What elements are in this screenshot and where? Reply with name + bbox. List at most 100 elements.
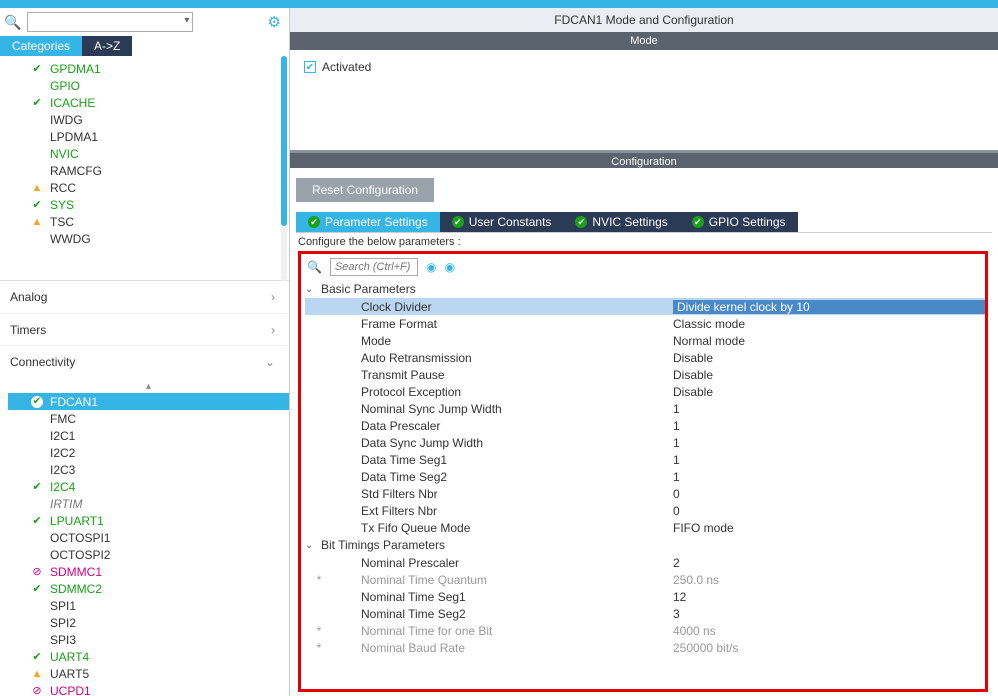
connectivity-item-fmc[interactable]: FMC bbox=[8, 410, 289, 427]
system-item-ramcfg[interactable]: RAMCFG bbox=[8, 162, 289, 179]
category-label: Connectivity bbox=[10, 355, 75, 369]
param-row-data-time-seg1[interactable]: Data Time Seg11 bbox=[305, 451, 985, 468]
system-item-sys[interactable]: ✔SYS bbox=[8, 196, 289, 213]
next-match-icon[interactable]: ◉ bbox=[444, 260, 454, 274]
param-row-ext-filters-nbr[interactable]: Ext Filters Nbr0 bbox=[305, 502, 985, 519]
connectivity-item-octospi2[interactable]: OCTOSPI2 bbox=[8, 546, 289, 563]
param-row-mode[interactable]: ModeNormal mode bbox=[305, 332, 985, 349]
param-row-clock-divider[interactable]: Clock DividerDivide kernel clock by 10 bbox=[305, 298, 985, 315]
param-value[interactable]: Disable bbox=[673, 368, 985, 382]
param-value[interactable]: 3 bbox=[673, 607, 985, 621]
connectivity-item-spi1[interactable]: SPI1 bbox=[8, 597, 289, 614]
system-item-icache[interactable]: ✔ICACHE bbox=[8, 94, 289, 111]
connectivity-item-i2c3[interactable]: I2C3 bbox=[8, 461, 289, 478]
category-connectivity[interactable]: Connectivity⌄ bbox=[0, 345, 289, 377]
chevron-down-icon[interactable]: ▾ bbox=[184, 15, 189, 26]
param-value[interactable]: 1 bbox=[673, 470, 985, 484]
param-row-nominal-time-seg1[interactable]: Nominal Time Seg112 bbox=[305, 588, 985, 605]
connectivity-item-spi2[interactable]: SPI2 bbox=[8, 614, 289, 631]
system-item-gpio[interactable]: GPIO bbox=[8, 77, 289, 94]
connectivity-item-spi3[interactable]: SPI3 bbox=[8, 631, 289, 648]
param-row-data-prescaler[interactable]: Data Prescaler1 bbox=[305, 417, 985, 434]
param-row-auto-retransmission[interactable]: Auto RetransmissionDisable bbox=[305, 349, 985, 366]
param-row-data-time-seg2[interactable]: Data Time Seg21 bbox=[305, 468, 985, 485]
param-row-nominal-time-quantum[interactable]: *Nominal Time Quantum250.0 ns bbox=[305, 571, 985, 588]
param-row-nominal-sync-jump-width[interactable]: Nominal Sync Jump Width1 bbox=[305, 400, 985, 417]
param-row-std-filters-nbr[interactable]: Std Filters Nbr0 bbox=[305, 485, 985, 502]
tab-nvic-settings[interactable]: ✔NVIC Settings bbox=[563, 212, 679, 232]
tab-gpio-settings[interactable]: ✔GPIO Settings bbox=[680, 212, 798, 232]
param-value[interactable]: Disable bbox=[673, 351, 985, 365]
system-item-wwdg[interactable]: WWDG bbox=[8, 230, 289, 247]
calc-star: * bbox=[305, 624, 333, 638]
param-row-data-sync-jump-width[interactable]: Data Sync Jump Width1 bbox=[305, 434, 985, 451]
param-row-nominal-baud-rate[interactable]: *Nominal Baud Rate250000 bit/s bbox=[305, 639, 985, 656]
param-group-bit-timings-parameters[interactable]: ⌄Bit Timings Parameters bbox=[305, 536, 985, 554]
category-analog[interactable]: Analog› bbox=[0, 281, 289, 313]
activated-checkbox[interactable]: ✔ bbox=[304, 61, 316, 73]
connectivity-item-i2c2[interactable]: I2C2 bbox=[8, 444, 289, 461]
param-value[interactable]: FIFO mode bbox=[673, 521, 985, 535]
param-value[interactable]: 250.0 ns bbox=[673, 573, 985, 587]
param-row-frame-format[interactable]: Frame FormatClassic mode bbox=[305, 315, 985, 332]
connectivity-item-lpuart1[interactable]: ✔LPUART1 bbox=[8, 512, 289, 529]
connectivity-item-uart4[interactable]: ✔UART4 bbox=[8, 648, 289, 665]
chevron-down-icon: ⌄ bbox=[305, 284, 317, 295]
system-item-nvic[interactable]: NVIC bbox=[8, 145, 289, 162]
param-value[interactable]: 1 bbox=[673, 453, 985, 467]
param-row-nominal-time-for-one-bit[interactable]: *Nominal Time for one Bit4000 ns bbox=[305, 622, 985, 639]
tab-categories[interactable]: Categories bbox=[0, 36, 82, 56]
param-group-basic-parameters[interactable]: ⌄Basic Parameters bbox=[305, 280, 985, 298]
system-item-iwdg[interactable]: IWDG bbox=[8, 111, 289, 128]
param-value[interactable]: 12 bbox=[673, 590, 985, 604]
param-value[interactable]: 4000 ns bbox=[673, 624, 985, 638]
scrollbar-thumb[interactable] bbox=[281, 56, 287, 226]
connectivity-item-fdcan1[interactable]: ✔FDCAN1 bbox=[8, 393, 289, 410]
system-item-tsc[interactable]: ▲TSC bbox=[8, 213, 289, 230]
param-value[interactable]: Classic mode bbox=[673, 317, 985, 331]
scrollbar-track[interactable] bbox=[281, 56, 287, 281]
connectivity-tree[interactable]: ▴ ✔FDCAN1FMCI2C1I2C2I2C3✔I2C4IRTIM✔LPUAR… bbox=[0, 377, 289, 696]
param-value[interactable]: 1 bbox=[673, 436, 985, 450]
system-item-rcc[interactable]: ▲RCC bbox=[8, 179, 289, 196]
param-row-nominal-time-seg2[interactable]: Nominal Time Seg23 bbox=[305, 605, 985, 622]
connectivity-item-sdmmc2[interactable]: ✔SDMMC2 bbox=[8, 580, 289, 597]
activated-checkbox-row[interactable]: ✔ Activated bbox=[304, 60, 984, 74]
connectivity-item-i2c1[interactable]: I2C1 bbox=[8, 427, 289, 444]
param-value[interactable]: 1 bbox=[673, 419, 985, 433]
param-value[interactable]: 0 bbox=[673, 487, 985, 501]
connectivity-item-octospi1[interactable]: OCTOSPI1 bbox=[8, 529, 289, 546]
param-value[interactable]: 2 bbox=[673, 556, 985, 570]
param-row-tx-fifo-queue-mode[interactable]: Tx Fifo Queue ModeFIFO mode bbox=[305, 519, 985, 536]
param-value[interactable]: 1 bbox=[673, 402, 985, 416]
param-value[interactable]: 0 bbox=[673, 504, 985, 518]
sidebar-search-input[interactable] bbox=[27, 12, 193, 32]
connectivity-item-uart5[interactable]: ▲UART5 bbox=[8, 665, 289, 682]
tab-parameter-settings[interactable]: ✔Parameter Settings bbox=[296, 212, 440, 232]
system-item-lpdma1[interactable]: LPDMA1 bbox=[8, 128, 289, 145]
param-value[interactable]: 250000 bit/s bbox=[673, 641, 985, 655]
connectivity-item-sdmmc1[interactable]: ⊘SDMMC1 bbox=[8, 563, 289, 580]
prev-match-icon[interactable]: ◉ bbox=[426, 260, 436, 274]
tree-item-label: OCTOSPI1 bbox=[50, 531, 110, 545]
connectivity-item-i2c4[interactable]: ✔I2C4 bbox=[8, 478, 289, 495]
param-row-transmit-pause[interactable]: Transmit PauseDisable bbox=[305, 366, 985, 383]
system-item-gpdma1[interactable]: ✔GPDMA1 bbox=[8, 60, 289, 77]
param-row-nominal-prescaler[interactable]: Nominal Prescaler2 bbox=[305, 554, 985, 571]
category-timers[interactable]: Timers› bbox=[0, 313, 289, 345]
param-row-protocol-exception[interactable]: Protocol ExceptionDisable bbox=[305, 383, 985, 400]
param-search-input[interactable] bbox=[330, 258, 418, 276]
parameter-tree[interactable]: ⌄Basic ParametersClock DividerDivide ker… bbox=[301, 280, 985, 656]
param-value[interactable]: Normal mode bbox=[673, 334, 985, 348]
system-tree[interactable]: ✔GPDMA1GPIO✔ICACHEIWDGLPDMA1NVICRAMCFG▲R… bbox=[0, 56, 289, 281]
param-value[interactable]: Divide kernel clock by 10 bbox=[673, 300, 985, 314]
tab-az[interactable]: A->Z bbox=[82, 36, 132, 56]
connectivity-item-irtim[interactable]: IRTIM bbox=[8, 495, 289, 512]
param-value[interactable]: Disable bbox=[673, 385, 985, 399]
reset-configuration-button[interactable]: Reset Configuration bbox=[296, 178, 434, 202]
connectivity-item-ucpd1[interactable]: ⊘UCPD1 bbox=[8, 682, 289, 696]
scroll-up-icon[interactable]: ▴ bbox=[8, 381, 289, 393]
tree-item-label: OCTOSPI2 bbox=[50, 548, 110, 562]
tab-user-constants[interactable]: ✔User Constants bbox=[440, 212, 564, 232]
gear-icon[interactable]: ⚙ bbox=[268, 13, 281, 31]
